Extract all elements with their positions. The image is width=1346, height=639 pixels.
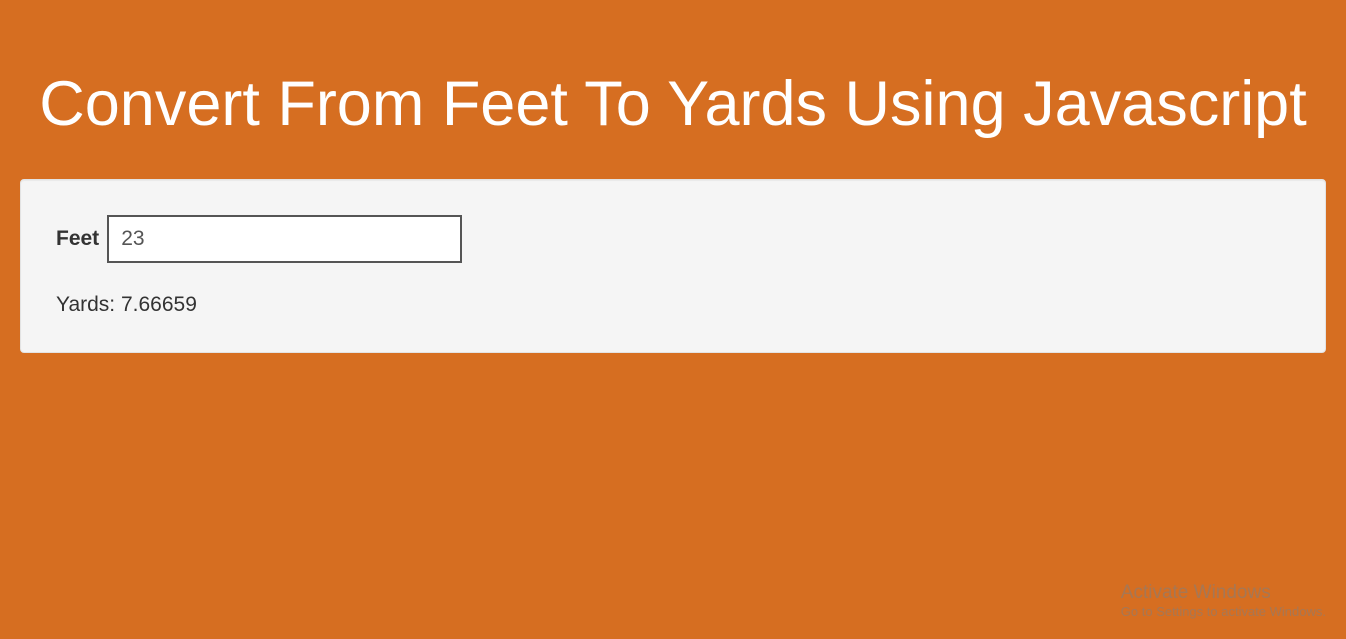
yards-label: Yards: — [56, 293, 115, 316]
converter-panel: Feet Yards: 7.66659 — [20, 179, 1326, 353]
watermark-title: Activate Windows — [1121, 582, 1326, 604]
feet-input-wrapper — [107, 215, 462, 263]
feet-label: Feet — [56, 227, 99, 251]
feet-row: Feet — [56, 215, 1290, 263]
windows-watermark: Activate Windows Go to Settings to activ… — [1121, 582, 1326, 619]
feet-input[interactable] — [107, 215, 462, 263]
yards-value: 7.66659 — [121, 293, 197, 316]
page-container: Convert From Feet To Yards Using Javascr… — [0, 0, 1346, 393]
watermark-sub: Go to Settings to activate Windows. — [1121, 604, 1326, 619]
page-title: Convert From Feet To Yards Using Javascr… — [20, 70, 1326, 139]
yards-output: Yards: 7.66659 — [56, 293, 1290, 317]
